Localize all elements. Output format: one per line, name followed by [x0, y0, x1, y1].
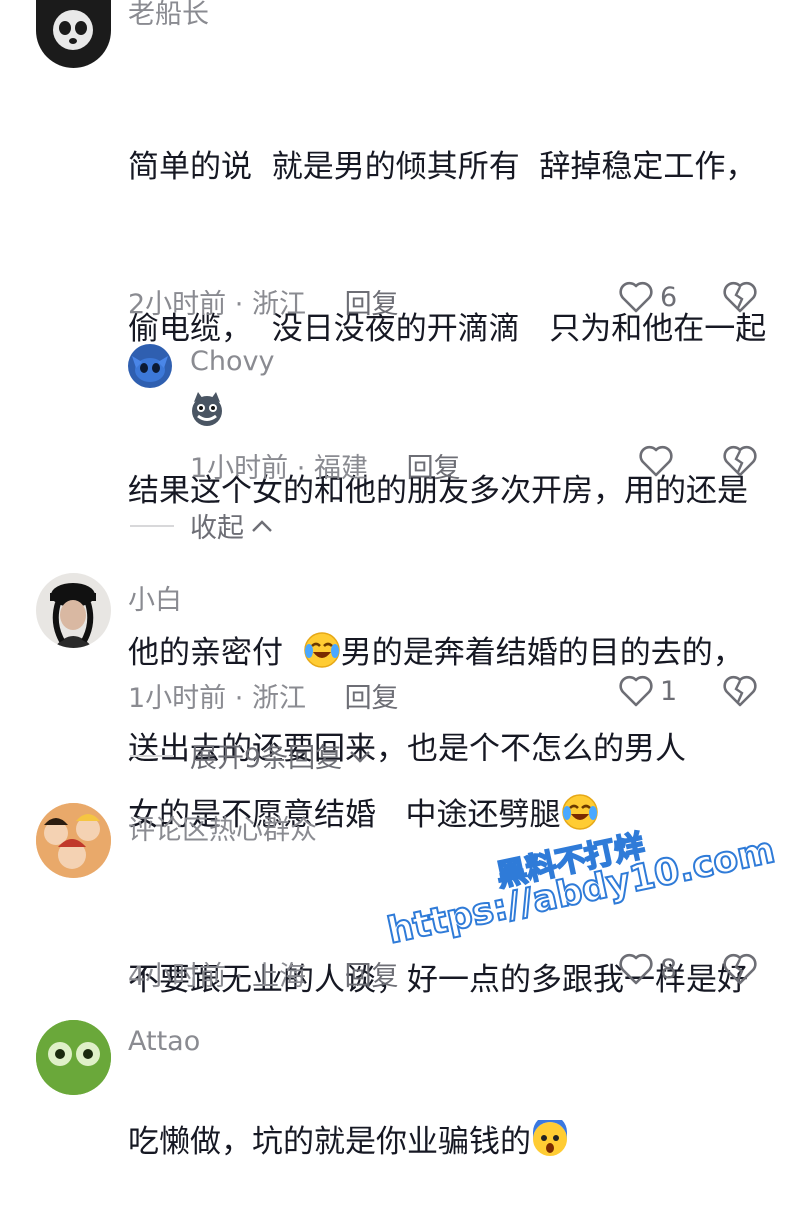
comment-location: 浙江	[251, 683, 306, 714]
comment-time: 1小时前	[190, 453, 289, 484]
comment-meta: 1小时前 · 福建 回复	[190, 446, 461, 485]
frog-avatar-icon	[36, 1020, 111, 1095]
comment-author[interactable]: Chovy	[190, 346, 274, 377]
reply-button[interactable]: 回复	[345, 289, 399, 320]
avatar[interactable]	[36, 0, 111, 68]
comment-time: 4小时前	[128, 961, 227, 992]
heart-outline-icon	[619, 953, 653, 985]
comment-time: 2小时前	[128, 289, 227, 320]
heart-outline-icon	[639, 445, 673, 477]
expand-label: 展开9条回复	[190, 743, 343, 774]
like-count: 1	[660, 675, 678, 707]
creature-sticker-icon	[192, 392, 222, 426]
reply-button[interactable]: 回复	[345, 683, 399, 714]
like-count: 8	[660, 953, 678, 985]
comment-author[interactable]: 老船长	[128, 0, 209, 31]
avatar[interactable]	[128, 344, 172, 388]
broken-heart-icon	[723, 445, 757, 477]
chevron-down-icon	[350, 750, 371, 763]
avatar[interactable]	[36, 1020, 111, 1095]
like-button[interactable]: 6	[618, 280, 677, 314]
collapse-replies-button[interactable]: 收起	[130, 506, 274, 545]
meta-separator: ·	[234, 289, 244, 320]
group-anime-avatar-icon	[36, 803, 111, 878]
broken-heart-icon	[723, 953, 757, 985]
comment-text: 不要跟无业的人谈，好一点的多跟我一样是好 吃懒做，坑的就是你业骗钱的	[128, 845, 778, 1223]
reply-button[interactable]: 回复	[407, 453, 461, 484]
like-button[interactable]: 1	[618, 674, 677, 708]
like-button[interactable]: 8	[618, 952, 677, 986]
comment-author[interactable]: 评论区热心群众	[128, 808, 317, 847]
comment-text: 送出去的还要回来，也是个不怎么的男人	[128, 614, 778, 830]
comment-location: 福建	[313, 453, 368, 484]
comment-author[interactable]: Attao	[128, 1026, 200, 1057]
chevron-up-icon	[252, 519, 272, 532]
comment-location: 上海	[251, 961, 306, 992]
divider	[130, 754, 174, 757]
meta-separator: ·	[234, 961, 244, 992]
meta-separator: ·	[234, 683, 244, 714]
broken-heart-icon	[723, 281, 757, 313]
heart-outline-icon	[619, 281, 653, 313]
dislike-button[interactable]	[722, 674, 758, 708]
comment-time: 1小时前	[128, 683, 227, 714]
dislike-button[interactable]	[722, 952, 758, 986]
dislike-button[interactable]	[722, 444, 758, 478]
divider	[130, 524, 174, 527]
panda-avatar-icon	[53, 10, 93, 50]
stitch-avatar-icon	[132, 356, 168, 382]
like-button[interactable]	[638, 444, 674, 478]
comment-location: 浙江	[251, 289, 306, 320]
collapse-label: 收起	[190, 513, 244, 544]
broken-heart-icon	[723, 675, 757, 707]
comment-meta: 2小时前 · 浙江 回复	[128, 282, 399, 321]
dislike-button[interactable]	[722, 280, 758, 314]
comment-meta: 4小时前 · 上海 回复	[128, 954, 399, 993]
comment-author[interactable]: 小白	[128, 578, 182, 617]
avatar[interactable]	[36, 573, 111, 648]
like-count: 6	[660, 281, 678, 313]
shocked-emoji-icon	[533, 1120, 567, 1156]
comment-line: 吃懒做，坑的就是你业骗钱的	[128, 1115, 778, 1169]
heart-outline-icon	[619, 675, 653, 707]
avatar[interactable]	[36, 803, 111, 878]
comment-meta: 1小时前 · 浙江 回复	[128, 676, 399, 715]
comment-line: 简单的说 就是男的倾其所有 辞掉稳定工作，	[128, 149, 757, 185]
expand-replies-button[interactable]: 展开9条回复	[130, 736, 372, 775]
reply-button[interactable]: 回复	[345, 961, 399, 992]
meta-separator: ·	[296, 453, 306, 484]
user-photo-icon	[50, 583, 96, 648]
comment-line-part: 吃懒做，坑的就是你业骗钱的	[128, 1124, 531, 1160]
